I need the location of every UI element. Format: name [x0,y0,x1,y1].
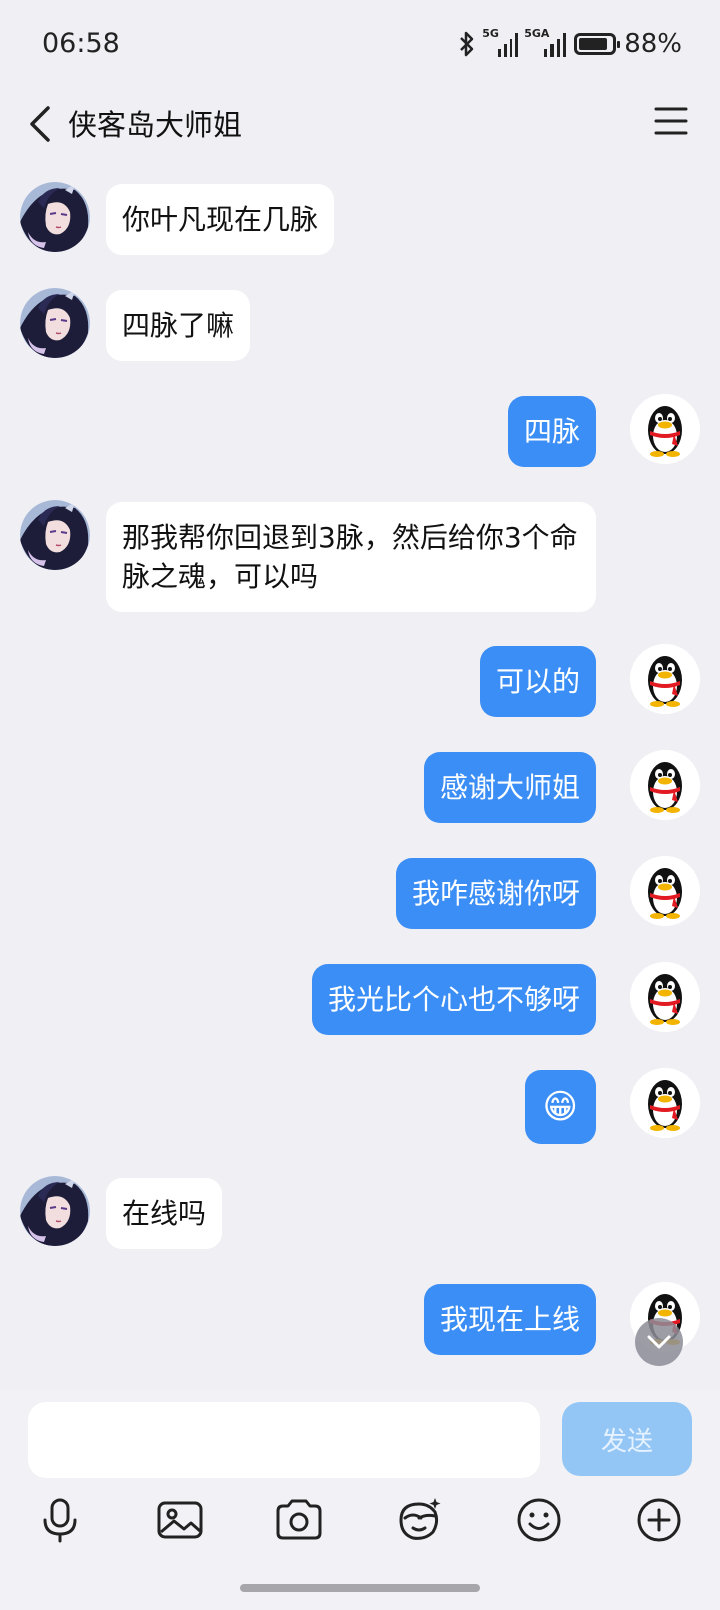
user-avatar-penguin[interactable] [630,394,700,464]
contact-avatar[interactable] [20,1176,90,1246]
send-button[interactable]: 发送 [562,1402,692,1476]
message-bubble[interactable]: 我光比个心也不够呀 [311,964,596,1035]
message-bubble[interactable]: 我咋感谢你呀 [395,858,596,929]
message-bubble[interactable]: 四脉了嘛 [106,290,251,361]
hamburger-menu-icon[interactable] [654,106,688,136]
user-avatar-penguin[interactable] [630,962,700,1032]
message-bubble[interactable]: 可以的 [479,646,596,717]
status-bar: 06:58 5G 5GA 88% [0,0,720,90]
composer: 发送 [0,1390,720,1610]
message-bubble[interactable]: 你叶凡现在几脉 [106,184,335,255]
emoji-icon[interactable] [513,1494,565,1546]
chat-header: 侠客岛大师姐 [0,90,720,170]
message-bubble[interactable]: 感谢大师姐 [423,752,596,823]
message-list[interactable]: 你叶凡现在几脉 四脉了嘛 四脉 那我帮你回退到3脉，然后给你3个命脉之魂，可以吗… [0,170,720,1390]
contact-avatar[interactable] [20,288,90,358]
sticker-icon[interactable] [393,1494,445,1546]
composer-toolbar [0,1494,720,1564]
contact-avatar[interactable] [20,182,90,252]
scroll-to-bottom-button[interactable] [635,1318,683,1366]
message-bubble[interactable]: 在线吗 [106,1178,223,1249]
message-bubble[interactable]: 我现在上线 [423,1284,596,1355]
message-input[interactable] [28,1402,540,1478]
battery-icon [574,33,621,55]
signal-label-2: 5GA [524,27,550,40]
message-bubble[interactable]: 四脉 [507,396,596,467]
grinning-face-emoji: 😁 [542,1087,578,1127]
battery-percentage: 88% [624,29,682,59]
user-avatar-penguin[interactable] [630,750,700,820]
image-icon[interactable] [154,1494,206,1546]
signal-icon-2: 5GA [524,27,567,57]
chevron-down-icon [647,1335,671,1349]
user-avatar-penguin[interactable] [630,856,700,926]
camera-icon[interactable] [273,1494,325,1546]
chat-title: 侠客岛大师姐 [68,108,243,142]
chevron-left-icon[interactable] [22,104,62,144]
message-bubble[interactable]: 那我帮你回退到3脉，然后给你3个命脉之魂，可以吗 [106,502,596,612]
contact-avatar[interactable] [20,500,90,570]
status-icons: 5G 5GA 88% [458,26,682,62]
microphone-icon[interactable] [34,1494,86,1546]
home-indicator[interactable] [240,1584,480,1592]
bluetooth-icon [460,31,474,57]
signal-label: 5G [482,27,499,40]
signal-icon: 5G [482,27,519,57]
user-avatar-penguin[interactable] [630,1068,700,1138]
status-time: 06:58 [42,28,120,59]
user-avatar-penguin[interactable] [630,644,700,714]
message-bubble-emoji[interactable]: 😁 [524,1070,596,1144]
plus-icon[interactable] [633,1494,685,1546]
